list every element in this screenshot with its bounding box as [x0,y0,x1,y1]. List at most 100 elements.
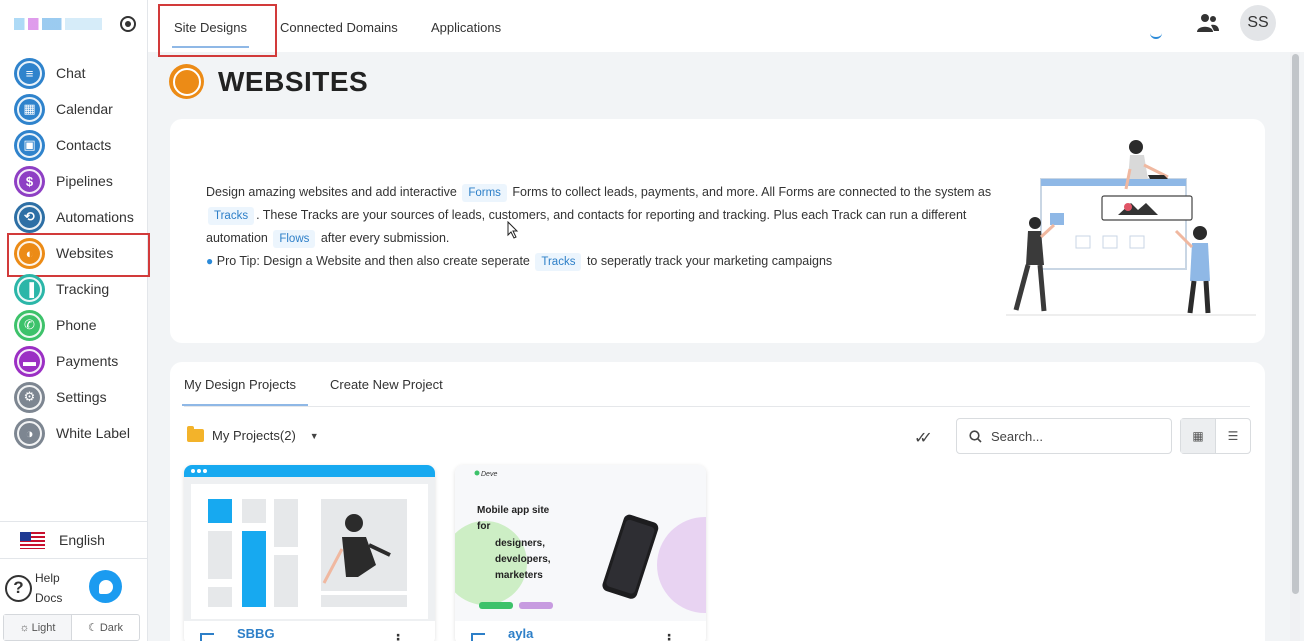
help-label: Help [35,571,60,585]
intro-text-part: automation [206,231,268,245]
intro-card: Design amazing websites and add interact… [170,119,1265,343]
sidebar-item-label: Websites [56,245,114,261]
folder-label: My Projects(2) [212,428,296,443]
mouse-cursor-icon [507,221,519,239]
contacts-icon: ▣ [14,129,45,161]
project-type-icon [471,633,485,641]
list-icon: ☰ [1227,429,1239,443]
theme-light-button[interactable]: ☼ Light [4,615,72,640]
chat-bubble-icon [98,579,113,594]
credit-card-icon: ▬ [14,345,45,377]
loading-spinner-icon [1150,33,1162,39]
sidebar-item-label: Contacts [56,137,112,153]
page-scrollbar[interactable] [1290,52,1300,641]
flows-chip[interactable]: Flows [273,230,316,248]
theme-dark-label: Dark [99,621,124,634]
automations-icon: ⟲ [14,201,45,233]
sidebar-item-label: Settings [56,389,107,405]
sidebar-item-label: Pipelines [56,173,113,189]
caret-down-icon: ▼ [309,430,319,441]
sidebar-toggle-icon[interactable] [120,16,136,32]
brand-logo[interactable] [14,18,102,30]
gear-icon: ⚙ [14,381,45,413]
intro-text: Design amazing websites and add interact… [206,181,996,273]
chat-bubble-button[interactable] [89,570,122,603]
thumb-headline: designers, [495,538,545,549]
theme-switcher: ☼ Light ☾ Dark [3,614,140,641]
team-icon[interactable] [1197,12,1219,34]
sidebar-item-websites[interactable]: ◐ Websites [0,233,150,277]
sidebar: ≡ Chat ▦ Calendar ▣ Contacts $ Pipelines… [0,0,150,641]
tab-my-design-projects[interactable]: My Design Projects [182,377,308,406]
intro-text-part: Pro Tip: Design a Website and then also … [216,254,530,268]
docs-label: Docs [35,591,63,605]
tab-site-designs[interactable]: Site Designs [172,20,249,48]
page-title: WEBSITES [218,65,369,97]
top-bar: Site Designs Connected Domains Applicati… [148,0,1304,57]
sidebar-item-label: Payments [56,353,119,369]
theme-dark-button[interactable]: ☾ Dark [72,615,139,640]
sidebar-item-automations[interactable]: ⟲ Automations [0,199,148,235]
help-docs-link[interactable]: ? Help Docs [5,568,62,608]
sidebar-item-settings[interactable]: ⚙ Settings [0,379,148,415]
view-toggle: ▦ ☰ [1180,418,1251,454]
language-label: English [59,532,105,548]
tracks-chip[interactable]: Tracks [208,207,255,225]
sidebar-item-calendar[interactable]: ▦ Calendar [0,91,148,127]
project-footer: SBBG ⋮ [184,621,435,641]
projects-card: My Design Projects Create New Project My… [170,362,1265,641]
project-thumbnail [184,465,435,621]
intro-text-part: Forms to collect leads, payments, and mo… [512,185,992,199]
double-check-icon[interactable]: ✓✓ [914,428,933,448]
sidebar-item-payments[interactable]: ▬ Payments [0,343,148,379]
grid-view-button[interactable]: ▦ [1181,419,1216,453]
tracks-chip[interactable]: Tracks [535,253,582,271]
tab-applications[interactable]: Applications [431,20,501,35]
project-name[interactable]: ayla [508,626,533,641]
search-input[interactable] [991,428,1161,444]
project-card[interactable]: SBBG ⋮ [184,465,435,641]
calendar-icon: ▦ [14,93,45,125]
globe-icon [169,64,204,99]
sidebar-item-white-label[interactable]: ◑ White Label [0,415,148,451]
search-icon [969,429,982,443]
scrollbar-thumb[interactable] [1292,54,1299,594]
sidebar-item-contacts[interactable]: ▣ Contacts [0,127,148,163]
thumb-headline: developers, [495,554,551,565]
sidebar-item-pipelines[interactable]: $ Pipelines [0,163,148,199]
globe-icon: ◐ [14,237,45,269]
project-card[interactable]: Deve Mobile app site for designers, deve… [455,465,706,641]
intro-text-part: . These Tracks are your sources of leads… [256,208,967,222]
more-options-icon[interactable]: ⋮ [662,631,676,641]
list-view-button[interactable]: ☰ [1216,419,1250,453]
palette-icon: ◑ [14,417,45,449]
more-options-icon[interactable]: ⋮ [391,631,405,641]
user-avatar[interactable]: SS [1240,5,1276,41]
intro-text-part: Design amazing websites and add interact… [206,185,457,199]
tab-create-new-project[interactable]: Create New Project [330,377,443,392]
sidebar-nav: ≡ Chat ▦ Calendar ▣ Contacts $ Pipelines… [0,55,150,451]
project-footer: ayla ⋮ [455,621,706,641]
intro-text-part: after every submission. [320,231,450,245]
sidebar-item-label: Calendar [56,101,113,117]
help-text: Help Docs [35,568,62,608]
lightbulb-icon: ● [206,254,214,268]
sidebar-item-label: Phone [56,317,97,333]
sidebar-item-tracking[interactable]: ▐ Tracking [0,271,148,307]
chat-icon: ≡ [14,57,45,89]
phone-icon: ✆ [14,309,45,341]
intro-text-part: to seperatly track your marketing campai… [586,254,833,268]
project-type-icon [200,633,214,641]
language-selector[interactable]: English [0,521,147,559]
folder-selector[interactable]: My Projects(2) ▼ [187,426,319,443]
sidebar-item-phone[interactable]: ✆ Phone [0,307,148,343]
page-header: WEBSITES [169,64,368,99]
grid-icon: ▦ [1192,429,1204,443]
sidebar-item-chat[interactable]: ≡ Chat [0,55,148,91]
logo-row [0,0,147,48]
project-name[interactable]: SBBG [237,626,275,641]
sidebar-item-label: Tracking [56,281,110,297]
forms-chip[interactable]: Forms [462,184,507,202]
tab-connected-domains[interactable]: Connected Domains [280,20,398,35]
thumb-brand: Deve [481,471,497,478]
